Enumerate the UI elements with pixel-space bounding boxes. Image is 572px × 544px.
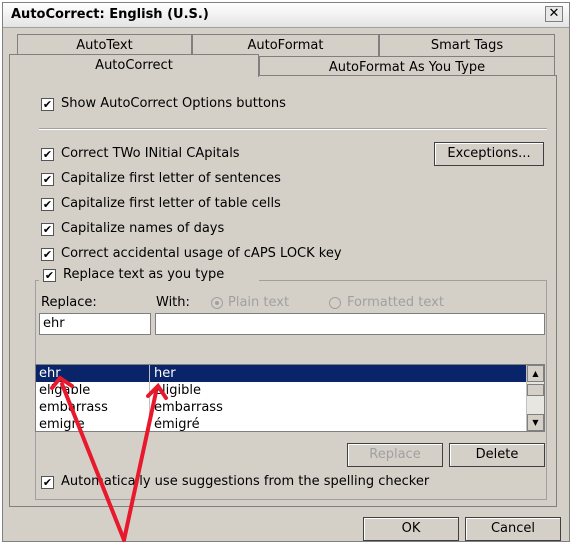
names-days-checkbox[interactable]: ✔: [41, 223, 54, 236]
separator: [39, 128, 547, 130]
scroll-up-icon[interactable]: ▲: [527, 365, 544, 382]
dialog-title: AutoCorrect: English (U.S.): [11, 7, 209, 22]
show-buttons-checkbox[interactable]: ✔: [41, 98, 54, 111]
first-table-checkbox[interactable]: ✔: [41, 198, 54, 211]
tab-autocorrect[interactable]: AutoCorrect: [9, 54, 259, 77]
replace-label: Replace:: [41, 295, 97, 310]
tab-autotext[interactable]: AutoText: [17, 34, 192, 56]
replace-button[interactable]: Replace: [347, 443, 443, 467]
list-row[interactable]: ehr her: [36, 365, 528, 382]
exceptions-button[interactable]: Exceptions...: [434, 142, 544, 166]
entry-to: her: [154, 366, 176, 381]
formatted-text-radio[interactable]: [329, 297, 341, 309]
list-row[interactable]: embarrass embarrass: [36, 399, 528, 416]
replace-input[interactable]: ehr: [39, 313, 151, 335]
ok-button[interactable]: OK: [363, 517, 459, 541]
first-sentence-label: Capitalize first letter of sentences: [61, 171, 281, 186]
entry-to: embarrass: [154, 400, 223, 415]
names-days-label: Capitalize names of days: [61, 221, 225, 236]
column-divider: [149, 382, 150, 399]
plain-text-radio[interactable]: [211, 297, 223, 309]
cancel-button[interactable]: Cancel: [465, 517, 561, 541]
column-divider: [149, 399, 150, 416]
entry-from: ehr: [39, 366, 61, 381]
with-input[interactable]: [155, 313, 545, 335]
caps-lock-label: Correct accidental usage of cAPS LOCK ke…: [61, 246, 342, 261]
entry-to: émigré: [154, 417, 200, 432]
first-table-label: Capitalize first letter of table cells: [61, 196, 281, 211]
scroll-down-icon[interactable]: ▼: [527, 414, 544, 431]
with-label: With:: [156, 295, 190, 310]
spelling-suggestions-checkbox[interactable]: ✔: [41, 476, 54, 489]
autocorrect-entries-list[interactable]: ehr her eligable eligible embarrass emba…: [35, 364, 545, 432]
show-buttons-label: Show AutoCorrect Options buttons: [61, 96, 286, 111]
entry-from: eligable: [39, 383, 91, 398]
delete-button[interactable]: Delete: [449, 443, 545, 467]
list-row[interactable]: emigre émigré: [36, 416, 528, 432]
two-initials-label: Correct TWo INitial CApitals: [61, 146, 240, 161]
tab-autoformat[interactable]: AutoFormat: [192, 34, 379, 56]
formatted-text-label: Formatted text: [347, 295, 444, 310]
entry-to: eligible: [154, 383, 201, 398]
column-divider: [149, 416, 150, 431]
replace-text-checkbox[interactable]: ✔: [43, 269, 56, 282]
title-bar: AutoCorrect: English (U.S.) ✕: [3, 3, 569, 28]
replace-text-label: Replace text as you type: [63, 267, 225, 282]
column-divider: [149, 365, 150, 382]
entry-from: emigre: [39, 417, 85, 432]
first-sentence-checkbox[interactable]: ✔: [41, 173, 54, 186]
scroll-thumb[interactable]: [527, 384, 544, 396]
tab-smart-tags[interactable]: Smart Tags: [379, 34, 555, 56]
autocorrect-dialog: AutoCorrect: English (U.S.) ✕ AutoText A…: [2, 2, 570, 542]
entry-from: embarrass: [39, 400, 108, 415]
list-row[interactable]: eligable eligible: [36, 382, 528, 399]
close-button[interactable]: ✕: [545, 6, 563, 22]
two-initials-checkbox[interactable]: ✔: [41, 148, 54, 161]
spelling-suggestions-label: Automatically use suggestions from the s…: [61, 474, 430, 489]
caps-lock-checkbox[interactable]: ✔: [41, 248, 54, 261]
list-scrollbar[interactable]: ▲ ▼: [526, 365, 544, 431]
plain-text-label: Plain text: [228, 295, 290, 310]
